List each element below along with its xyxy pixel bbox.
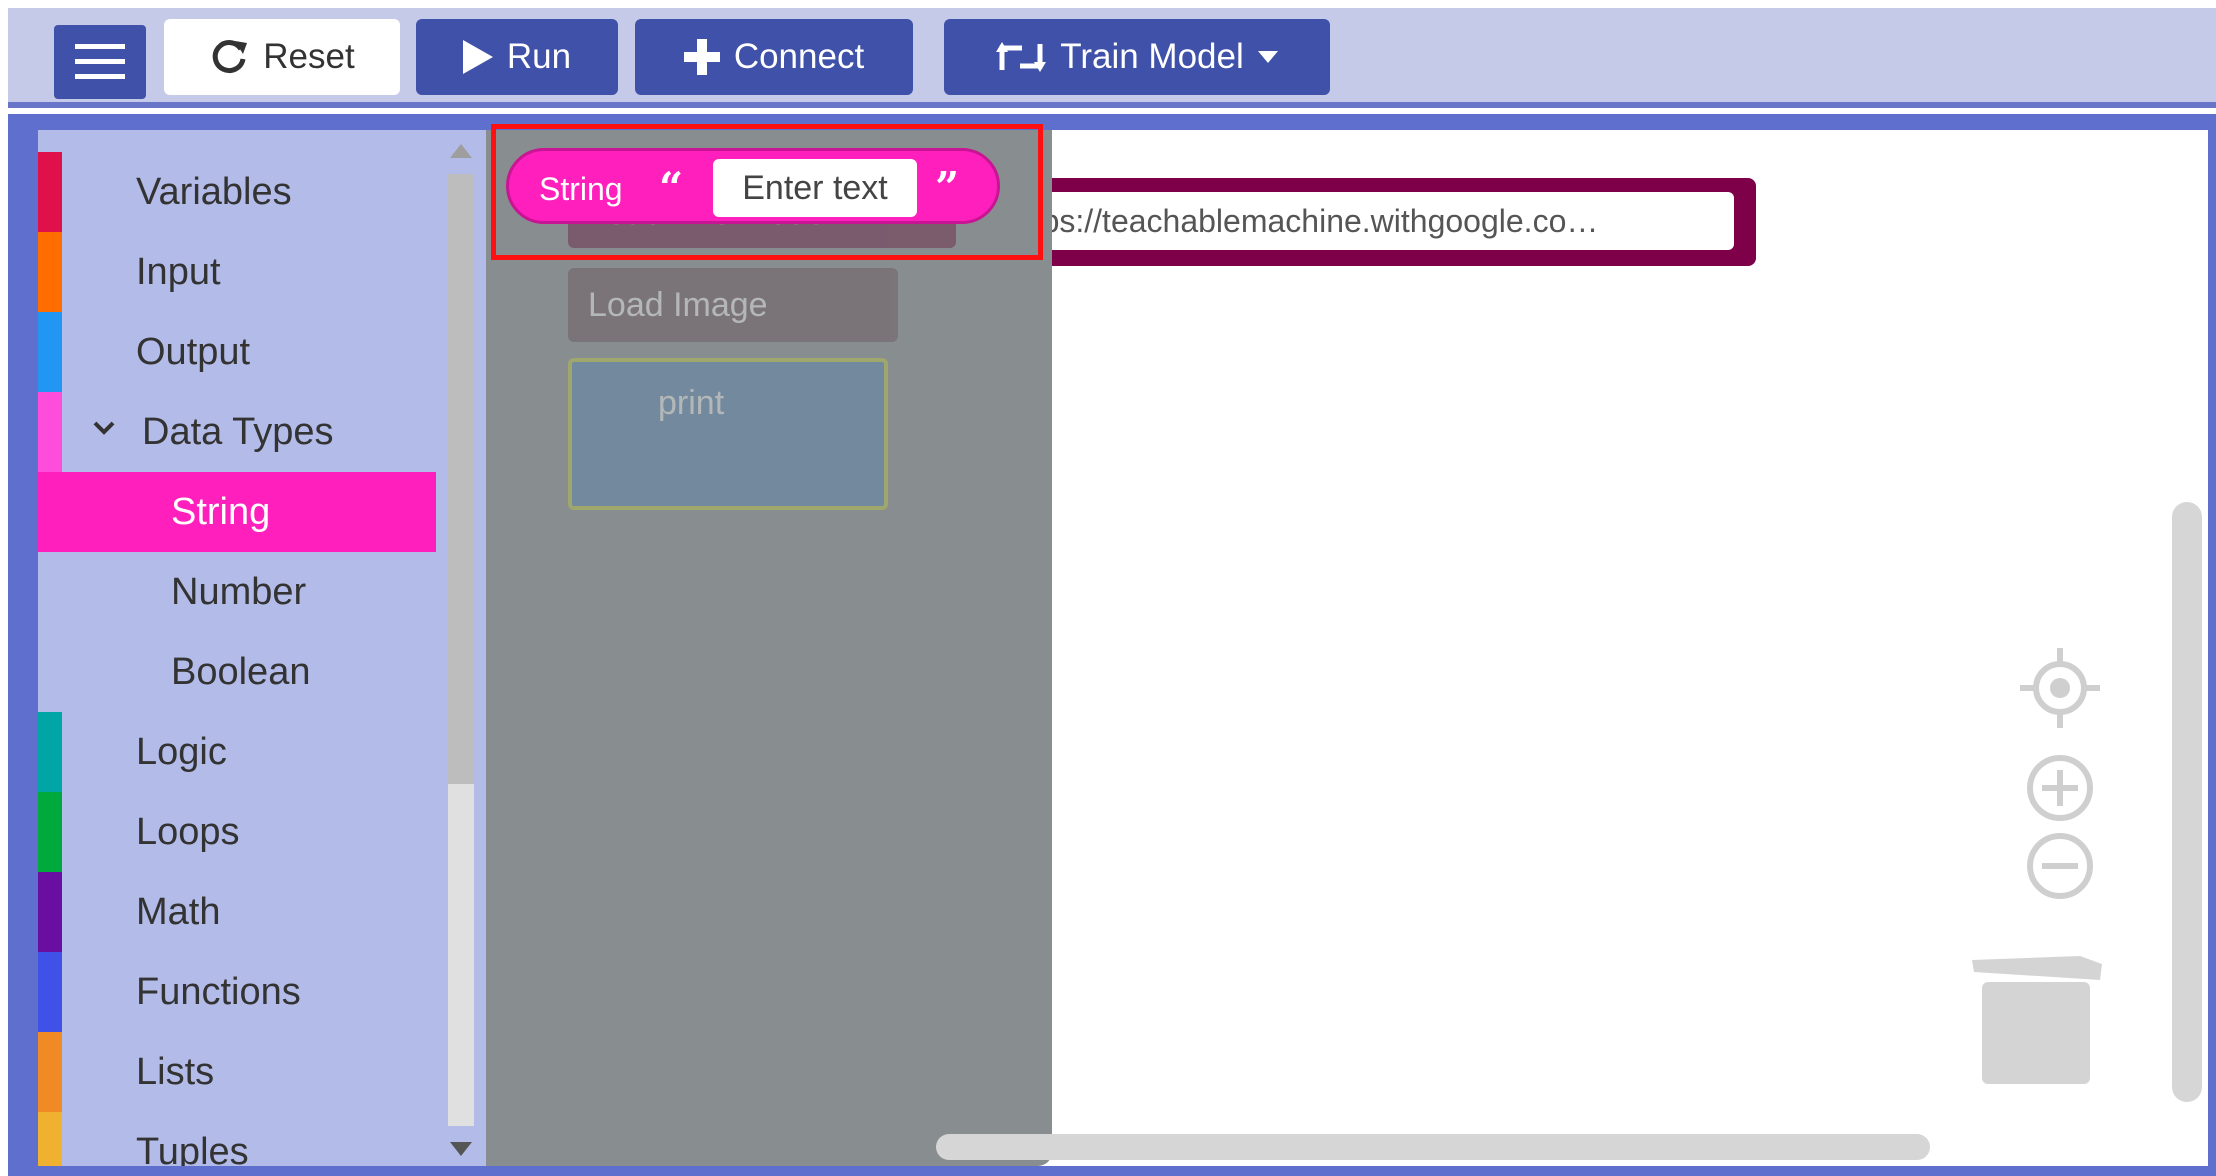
category-functions[interactable]: Functions	[38, 952, 444, 1032]
workspace-vertical-scrollbar[interactable]	[2172, 502, 2202, 1102]
category-loops[interactable]: Loops	[38, 792, 444, 872]
scroll-up-icon[interactable]	[450, 144, 472, 158]
train-model-label: Train Model	[1060, 37, 1244, 76]
model-url-field[interactable]: https://teachablemachine.withgoogle.co…	[976, 192, 1734, 250]
category-label: Logic	[136, 730, 227, 773]
category-color-stripe	[38, 152, 62, 232]
category-label: Loops	[136, 810, 240, 853]
trash-icon[interactable]	[1970, 952, 2106, 1086]
run-button[interactable]: Run	[416, 19, 618, 95]
recenter-icon[interactable]	[2010, 648, 2110, 728]
category-color-stripe	[38, 232, 62, 312]
category-color-stripe	[38, 712, 62, 792]
category-label: Number	[171, 570, 307, 613]
retweet-icon	[996, 42, 1047, 72]
category-color-stripe	[38, 312, 62, 392]
category-label: Output	[136, 330, 251, 373]
category-input[interactable]: Input	[38, 232, 444, 312]
category-tuples[interactable]: Tuples	[38, 1112, 444, 1166]
category-label: Tuples	[136, 1130, 249, 1167]
category-label: Math	[136, 890, 221, 933]
top-toolbar: Reset Run Connect Train Model	[8, 8, 2216, 108]
category-output[interactable]: Output	[38, 312, 444, 392]
category-lists[interactable]: Lists	[38, 1032, 444, 1112]
hamburger-icon	[75, 44, 125, 79]
workspace-horizontal-scrollbar[interactable]	[936, 1134, 1930, 1160]
category-color-stripe	[38, 872, 62, 952]
category-toolbox: Variables Input Output Data Types String…	[38, 130, 444, 1166]
reset-label: Reset	[263, 37, 355, 76]
category-color-stripe	[38, 952, 62, 1032]
connect-label: Connect	[733, 37, 865, 76]
category-label: Data Types	[142, 410, 334, 453]
load-model-block[interactable]: https://teachablemachine.withgoogle.co…	[960, 178, 1756, 266]
connect-button[interactable]: Connect	[635, 19, 913, 95]
ghost-print-block: print	[568, 358, 888, 510]
category-color-stripe	[38, 792, 62, 872]
category-number[interactable]: Number	[38, 552, 444, 632]
scroll-down-icon[interactable]	[450, 1142, 472, 1156]
menu-button[interactable]	[54, 25, 146, 99]
category-label: Boolean	[171, 650, 311, 693]
train-model-button[interactable]: Train Model	[944, 19, 1330, 95]
category-label: Input	[136, 250, 221, 293]
highlight-annotation	[491, 124, 1043, 260]
category-color-stripe	[38, 1112, 62, 1166]
scrollbar-thumb[interactable]	[448, 174, 474, 784]
reset-button[interactable]: Reset	[164, 19, 400, 95]
category-logic[interactable]: Logic	[38, 712, 444, 792]
category-math[interactable]: Math	[38, 872, 444, 952]
category-color-stripe	[38, 1032, 62, 1112]
chevron-down-icon	[93, 421, 115, 435]
blocks-flyout: Load The Model Load Image print	[486, 130, 1052, 1166]
category-label: String	[171, 490, 271, 533]
category-variables[interactable]: Variables	[38, 152, 444, 232]
category-label: Variables	[136, 170, 292, 213]
refresh-icon	[213, 40, 248, 74]
plus-icon	[683, 39, 720, 75]
ghost-load-image-block: Load Image	[568, 268, 898, 342]
category-label: Lists	[136, 1050, 215, 1093]
caret-down-icon	[1257, 51, 1278, 63]
toolbox-scrollbar[interactable]	[436, 130, 486, 1166]
play-icon	[462, 40, 493, 74]
category-color-stripe	[38, 392, 62, 472]
zoom-out-icon[interactable]	[2010, 830, 2110, 910]
category-label: Functions	[136, 970, 301, 1013]
category-string[interactable]: String	[38, 472, 444, 552]
category-data-types[interactable]: Data Types	[38, 392, 444, 472]
category-boolean[interactable]: Boolean	[38, 632, 444, 712]
run-label: Run	[506, 37, 572, 76]
zoom-in-icon[interactable]	[2010, 752, 2110, 832]
